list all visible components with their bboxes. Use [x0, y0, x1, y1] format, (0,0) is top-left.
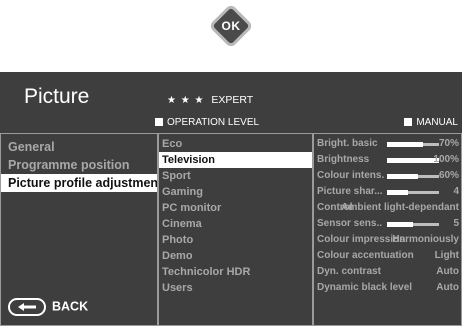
setting-level-fill	[387, 158, 439, 163]
setting-item[interactable]: Colour impression Harmoniously	[314, 232, 461, 248]
profile-item[interactable]: Technicolor HDR	[159, 264, 312, 280]
category-item[interactable]: Picture profile adjustment	[1, 174, 157, 192]
profile-column: Eco Television Sport Gaming PC monitor Cinema…	[158, 133, 313, 326]
setting-item[interactable]: Dynamic black level Auto	[314, 280, 461, 296]
setting-level-bar	[387, 158, 439, 163]
category-item-label: General	[8, 140, 55, 154]
setting-item-label: Dyn. contrast	[317, 266, 381, 277]
operation-level-option[interactable]: OPERATION LEVEL	[155, 117, 259, 128]
setting-level-fill	[387, 142, 424, 147]
expert-mode-indicator: ★ ★ ★ EXPERT	[167, 94, 253, 106]
category-item-label: Programme position	[8, 158, 130, 172]
ok-label: OK	[221, 19, 241, 33]
profile-item[interactable]: Demo	[159, 248, 312, 264]
setting-level-bar	[387, 174, 439, 179]
profile-item[interactable]: Users	[159, 280, 312, 296]
setting-item-label: Colour accentuation	[317, 250, 414, 261]
setting-item[interactable]: Colour intens. 60%	[314, 168, 461, 184]
manual-label: MANUAL	[416, 117, 458, 128]
profile-item-label: Sport	[162, 170, 191, 182]
setting-item[interactable]: Bright. basic 70%	[314, 136, 461, 152]
menu-columns: General Programme position Picture profile…	[0, 133, 462, 326]
expert-mode-label: EXPERT	[211, 94, 254, 106]
manual-option[interactable]: MANUAL	[404, 117, 458, 128]
profile-item[interactable]: Television	[159, 152, 312, 168]
profile-item[interactable]: PC monitor	[159, 200, 312, 216]
profile-item-label: Photo	[162, 234, 194, 246]
setting-item[interactable]: Dyn. contrast Auto	[314, 264, 461, 280]
manual-square-icon	[404, 118, 413, 126]
back-arrow-icon	[8, 298, 46, 316]
back-label: BACK	[52, 299, 89, 314]
setting-level-bar	[387, 190, 439, 195]
profile-item[interactable]: Sport	[159, 168, 312, 184]
back-button[interactable]: BACK	[8, 298, 88, 316]
setting-value: 4	[453, 186, 459, 197]
setting-value: Light	[434, 250, 459, 261]
profile-item-label: PC monitor	[162, 202, 222, 214]
setting-value: 5	[453, 218, 459, 229]
operation-level-label: OPERATION LEVEL	[167, 117, 260, 128]
setting-level-fill	[387, 222, 413, 227]
setting-value: Auto	[436, 282, 459, 293]
category-item[interactable]: Programme position	[1, 156, 157, 174]
setting-level-fill	[387, 174, 419, 179]
setting-item[interactable]: Picture shar... 4	[314, 184, 461, 200]
setting-value: Harmoniously	[392, 234, 459, 245]
menu-title: Picture	[24, 85, 90, 108]
profile-item[interactable]: Cinema	[159, 216, 312, 232]
setting-value: Ambient light-dependant	[341, 202, 459, 213]
setting-item-label: Picture shar...	[317, 186, 383, 197]
profile-item-label: Eco	[162, 138, 183, 150]
profile-item-label: Television	[162, 154, 215, 166]
setting-value: 100%	[433, 154, 459, 165]
setting-item[interactable]: Sensor sens.. 5	[314, 216, 461, 232]
setting-value: Auto	[436, 266, 459, 277]
profile-item-label: Cinema	[162, 218, 202, 230]
setting-item-label: Dynamic black level	[317, 282, 413, 293]
category-item[interactable]: General	[1, 138, 157, 156]
category-item-label: Picture profile adjustment	[8, 176, 157, 190]
setting-item-label: Sensor sens..	[317, 218, 383, 229]
setting-level-bar	[387, 142, 439, 147]
ok-button-icon: OK	[208, 3, 254, 49]
setting-item[interactable]: Control Ambient light-dependant	[314, 200, 461, 216]
setting-item-label: Colour intens.	[317, 170, 385, 181]
setting-item[interactable]: Colour accentuation Light	[314, 248, 461, 264]
expert-stars: ★ ★ ★	[167, 95, 205, 106]
setting-item-label: Brightness	[317, 154, 370, 165]
profile-item[interactable]: Photo	[159, 232, 312, 248]
picture-menu-panel: Picture ★ ★ ★ EXPERT OPERATION LEVEL MAN…	[0, 72, 462, 326]
operation-level-bar: OPERATION LEVEL MANUAL	[148, 116, 462, 130]
setting-level-fill	[387, 190, 408, 195]
settings-column: Bright. basic 70% Brightness 100% Colour int…	[313, 133, 462, 326]
profile-item[interactable]: Eco	[159, 136, 312, 152]
profile-item-label: Demo	[162, 250, 193, 262]
profile-item[interactable]: Gaming	[159, 184, 312, 200]
profile-item-label: Users	[162, 282, 193, 294]
operation-level-square-icon	[155, 118, 163, 126]
setting-level-bar	[387, 222, 439, 227]
setting-value: 70%	[438, 138, 459, 149]
profile-item-label: Gaming	[162, 186, 203, 198]
setting-value: 60%	[438, 170, 459, 181]
setting-item[interactable]: Brightness 100%	[314, 152, 461, 168]
profile-item-label: Technicolor HDR	[162, 266, 251, 278]
setting-item-label: Bright. basic	[317, 138, 378, 149]
